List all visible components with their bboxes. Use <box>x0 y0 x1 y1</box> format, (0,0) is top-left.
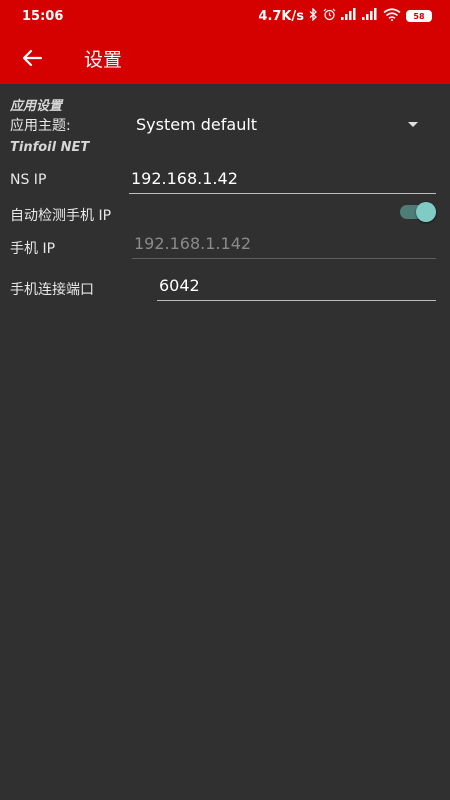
theme-label: 应用主题: <box>10 118 71 134</box>
section-title-tinfoil: Tinfoil NET <box>10 140 90 155</box>
ns-ip-label: NS IP <box>10 172 47 188</box>
phone-port-input[interactable]: 6042 <box>157 273 436 301</box>
dropdown-arrow-icon[interactable] <box>408 122 418 127</box>
status-icons: 4.7K/s 58 <box>258 6 432 25</box>
ns-ip-input[interactable]: 192.168.1.42 <box>129 166 436 194</box>
auto-detect-label: 自动检测手机 IP <box>10 208 112 224</box>
status-time: 15:06 <box>22 8 64 24</box>
back-button[interactable] <box>0 32 64 84</box>
phone-port-label: 手机连接端口 <box>10 282 94 298</box>
bluetooth-icon <box>309 6 318 25</box>
theme-value[interactable]: System default <box>136 115 257 134</box>
app-bar: 设置 <box>0 32 450 84</box>
net-speed: 4.7K/s <box>258 8 304 24</box>
alarm-icon <box>323 8 336 25</box>
signal-icon <box>341 8 357 24</box>
battery-icon: 58 <box>406 10 432 22</box>
phone-ip-input[interactable]: 192.168.1.142 <box>132 231 436 259</box>
page-title: 设置 <box>84 48 123 71</box>
wifi-icon <box>383 7 401 25</box>
phone-ip-label: 手机 IP <box>10 241 56 257</box>
section-title-app: 应用设置 <box>10 99 63 114</box>
switch-thumb[interactable] <box>416 202 436 222</box>
arrow-left-icon <box>22 49 42 67</box>
status-bar: 15:06 4.7K/s 58 <box>0 0 450 32</box>
signal-icon <box>362 8 378 24</box>
